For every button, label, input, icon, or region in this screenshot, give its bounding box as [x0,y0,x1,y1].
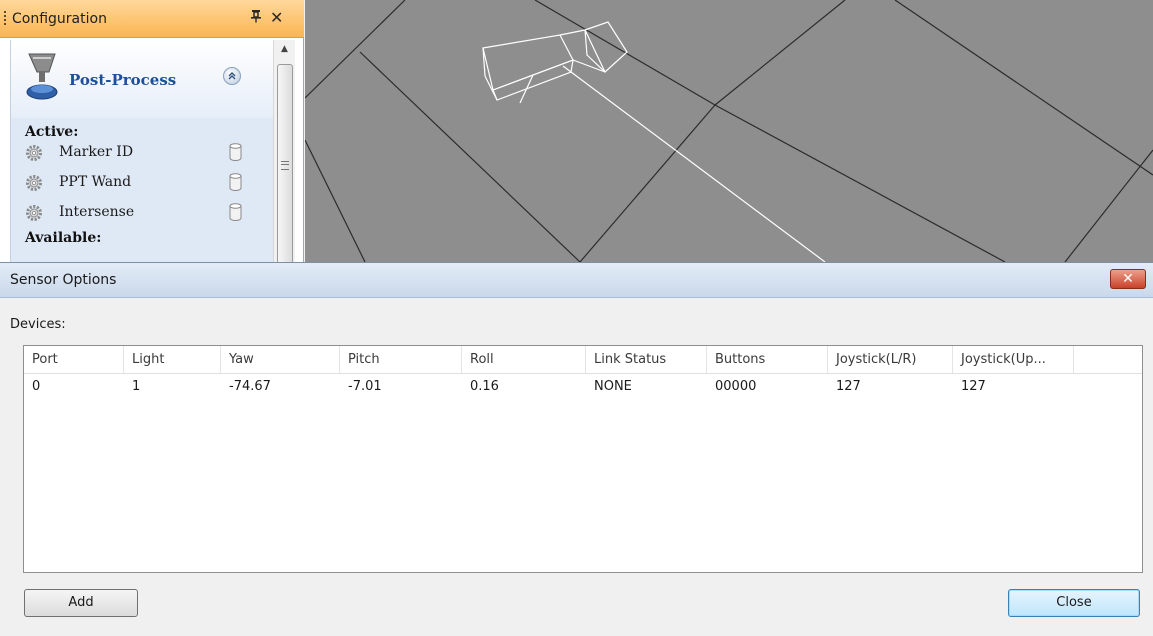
floor-grid-lines [305,0,1153,262]
cell-buttons: 00000 [715,379,757,394]
table-header: Port Light Yaw Pitch Roll Link Status Bu… [24,346,1142,374]
available-label: Available: [25,230,102,246]
column-header-joystick-ud[interactable]: Joystick(Up... [953,346,1074,373]
cell-joystick-lr: 127 [836,379,861,394]
active-label: Active: [25,124,79,140]
devices-label: Devices: [10,317,66,332]
column-header-port[interactable]: Port [24,346,124,373]
column-header-pitch[interactable]: Pitch [340,346,462,373]
database-icon[interactable] [229,173,242,191]
plugin-item-ppt-wand[interactable]: PPT Wand [25,172,245,194]
plugin-item-marker-id[interactable]: Marker ID [25,142,245,164]
gear-icon [26,175,42,191]
scroll-thumb[interactable] [277,64,293,264]
database-icon[interactable] [229,143,242,161]
cell-joystick-ud: 127 [961,379,986,394]
scroll-up-arrow-icon[interactable]: ▲ [274,44,295,58]
gear-icon [26,205,42,221]
add-button[interactable]: Add [24,589,138,617]
post-process-title: Post-Process [69,71,177,89]
close-button[interactable]: Close [1008,589,1140,617]
configuration-panel: Configuration ✕ Post-Process Active: Mar… [0,0,304,264]
sensor-options-dialog: Sensor Options ✕ Devices: Port Light Yaw… [0,262,1153,636]
configuration-header[interactable]: Configuration ✕ [0,0,304,38]
pin-icon[interactable] [250,9,262,27]
close-icon[interactable]: ✕ [270,8,283,27]
post-process-section: Post-Process Active: Marker ID PPT Wand … [10,40,273,262]
column-header-light[interactable]: Light [124,346,221,373]
column-header-link-status[interactable]: Link Status [586,346,707,373]
gear-icon [26,145,42,161]
database-icon[interactable] [229,203,242,221]
plugin-name: Intersense [59,204,135,220]
configuration-title: Configuration [12,11,107,27]
cell-yaw: -74.67 [229,379,271,394]
plugin-item-intersense[interactable]: Intersense [25,202,245,224]
post-process-icon [26,53,58,100]
scene-graphics [305,0,1153,262]
post-process-header[interactable]: Post-Process [11,40,273,118]
devices-table[interactable]: Port Light Yaw Pitch Roll Link Status Bu… [23,345,1143,573]
cell-light: 1 [132,379,141,394]
column-header-yaw[interactable]: Yaw [221,346,340,373]
thumb-grip-icon [281,161,289,170]
column-header-joystick-lr[interactable]: Joystick(L/R) [828,346,953,373]
dialog-title: Sensor Options [10,272,117,288]
dialog-close-icon[interactable]: ✕ [1110,269,1146,289]
drag-grip-icon[interactable] [4,11,6,27]
cell-port: 0 [32,379,41,394]
column-header-buttons[interactable]: Buttons [707,346,828,373]
cell-link-status: NONE [594,379,632,394]
plugin-name: PPT Wand [59,174,132,190]
column-header-roll[interactable]: Roll [462,346,586,373]
plugin-name: Marker ID [59,144,134,160]
config-scrollbar[interactable]: ▲ [273,40,295,264]
cell-roll: 0.16 [470,379,499,394]
3d-viewport[interactable] [305,0,1153,262]
dialog-title-bar[interactable]: Sensor Options ✕ [0,263,1153,298]
cell-pitch: -7.01 [348,379,382,394]
collapse-chevron-icon[interactable] [223,67,241,85]
